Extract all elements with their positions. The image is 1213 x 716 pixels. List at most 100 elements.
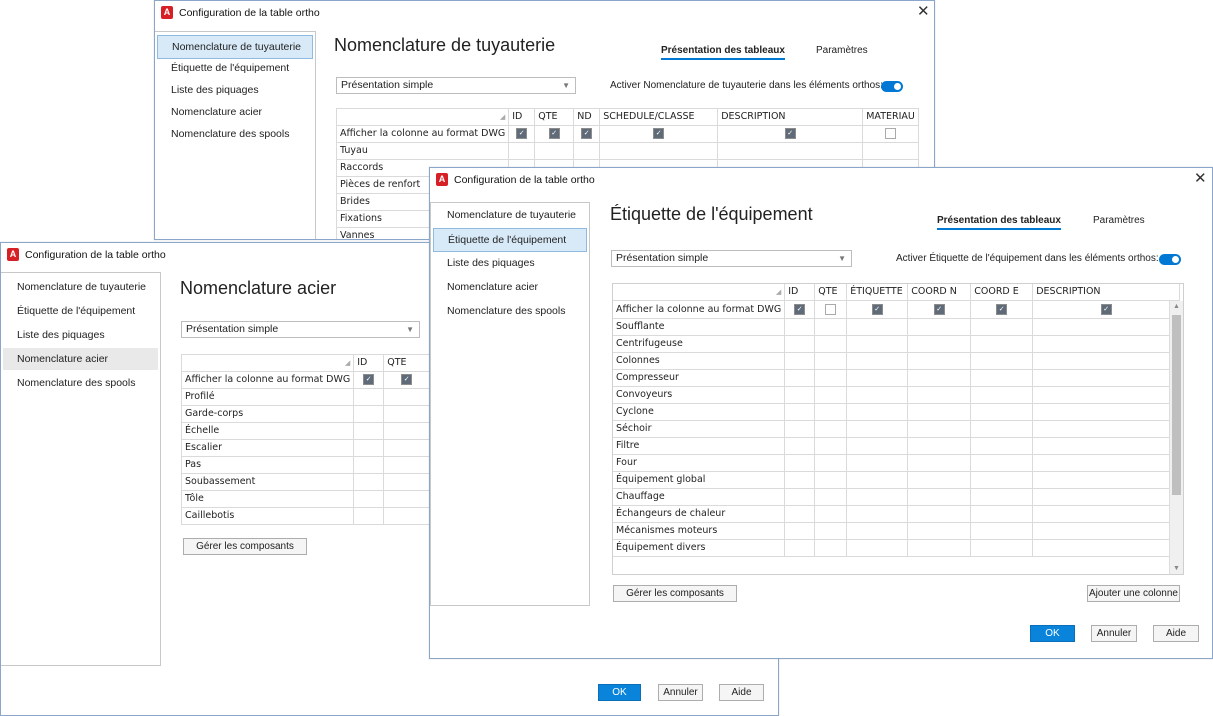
column-header[interactable]: COORD E	[970, 284, 1034, 301]
checkbox-icon[interactable]: ✓	[784, 128, 796, 139]
title-bar[interactable]: A Configuration de la table ortho ✕	[430, 168, 1212, 192]
checkbox-icon[interactable]	[885, 128, 897, 139]
table-row[interactable]: Profilé	[180, 388, 471, 406]
checkbox-icon[interactable]: ✓	[1100, 303, 1112, 315]
activate-toggle[interactable]	[1159, 254, 1181, 265]
scroll-up-icon[interactable]: ▲	[1170, 303, 1183, 310]
column-header[interactable]: ÉTIQUETTE	[846, 284, 909, 301]
scroll-down-icon[interactable]: ▼	[1170, 565, 1183, 572]
column-header[interactable]: COORD N	[907, 284, 972, 301]
sidebar-item-equipment-tag[interactable]: Étiquette de l'équipement	[3, 300, 158, 322]
checkbox-icon[interactable]: ✓	[581, 128, 593, 139]
bom-table: ◢ ID QTE DI Afficher la colonne au forma…	[180, 354, 471, 525]
checkbox-icon[interactable]: ✓	[871, 303, 883, 315]
title-bar[interactable]: A Configuration de la table ortho ✕	[155, 1, 934, 25]
row-label: Tôle	[180, 490, 355, 508]
column-header[interactable]: QTE	[383, 354, 431, 372]
layout-select[interactable]: Présentation simple ▼	[181, 321, 420, 338]
checkbox-icon[interactable]: ✓	[996, 303, 1008, 315]
table-row[interactable]: Filtre	[613, 437, 1181, 455]
cancel-button[interactable]: Annuler	[1091, 625, 1137, 642]
sidebar-item-equipment-tag[interactable]: Étiquette de l'équipement	[157, 57, 313, 79]
table-row[interactable]: Échangeurs de chaleur	[613, 505, 1181, 523]
vertical-scrollbar[interactable]: ▲ ▼	[1169, 301, 1183, 574]
manage-components-button[interactable]: Gérer les composants	[183, 538, 307, 555]
sidebar-item-nozzle-list[interactable]: Liste des piquages	[3, 324, 158, 346]
tab-presentation[interactable]: Présentation des tableaux	[937, 215, 1061, 230]
checkbox-icon[interactable]: ✓	[363, 374, 375, 385]
checkbox-icon[interactable]: ✓	[653, 128, 665, 139]
checkbox-icon[interactable]: ✓	[548, 128, 560, 139]
checkbox-icon[interactable]: ✓	[401, 374, 413, 385]
table-row[interactable]: Échelle	[180, 422, 471, 440]
table-row[interactable]: Caillebotis	[180, 507, 471, 525]
sidebar-item-piping-bom[interactable]: Nomenclature de tuyauterie	[157, 35, 313, 59]
scrollbar-thumb[interactable]	[1172, 315, 1181, 495]
sidebar-item-spool-bom[interactable]: Nomenclature des spools	[3, 372, 158, 394]
column-header[interactable]: QTE	[814, 284, 848, 301]
checkbox-icon[interactable]: ✓	[794, 303, 806, 315]
sidebar-item-nozzle-list[interactable]: Liste des piquages	[157, 79, 313, 101]
table-row[interactable]: Soubassement	[180, 473, 471, 491]
table-row[interactable]: Cyclone	[613, 403, 1181, 421]
column-header[interactable]: MATERIAU	[862, 108, 920, 126]
table-row[interactable]: Tuyau	[335, 142, 920, 160]
ok-button[interactable]: OK	[1030, 625, 1075, 642]
sidebar-item-equipment-tag[interactable]: Étiquette de l'équipement	[433, 228, 587, 252]
layout-select[interactable]: Présentation simple ▼	[611, 250, 852, 267]
checkbox-icon[interactable]: ✓	[516, 128, 528, 139]
column-header[interactable]: ND	[573, 108, 601, 126]
column-header[interactable]: ID	[353, 354, 385, 372]
column-header[interactable]: QTE	[534, 108, 575, 126]
column-header[interactable]: ID	[508, 108, 536, 126]
table-row[interactable]: Convoyeurs	[613, 386, 1181, 404]
table-row[interactable]: Chauffage	[613, 488, 1181, 506]
table-row[interactable]: Garde-corps	[180, 405, 471, 423]
table-row[interactable]: Four	[613, 454, 1181, 472]
close-icon[interactable]: ✕	[1194, 171, 1207, 186]
table-row[interactable]: Mécanismes moteurs	[613, 522, 1181, 540]
sidebar-item-piping-bom[interactable]: Nomenclature de tuyauterie	[3, 276, 158, 298]
column-header[interactable]: DESCRIPTION	[717, 108, 864, 126]
table-corner: ◢	[335, 108, 510, 126]
table-row[interactable]: Pas	[180, 456, 471, 474]
help-button[interactable]: Aide	[1153, 625, 1199, 642]
checkbox-icon[interactable]: ✓	[933, 303, 945, 315]
activate-toggle[interactable]	[881, 81, 903, 92]
cancel-button[interactable]: Annuler	[658, 684, 703, 701]
table-row[interactable]: Équipement global	[613, 471, 1181, 489]
sidebar-item-piping-bom[interactable]: Nomenclature de tuyauterie	[433, 204, 587, 226]
table-row[interactable]: Soufflante	[613, 318, 1181, 336]
column-header[interactable]: ID	[784, 284, 816, 301]
column-header[interactable]: DESCRIPTION	[1032, 284, 1181, 301]
tab-parametres[interactable]: Paramètres	[816, 45, 868, 56]
close-icon[interactable]: ✕	[917, 4, 930, 19]
help-button[interactable]: Aide	[719, 684, 764, 701]
table-row[interactable]: Colonnes	[613, 352, 1181, 370]
sidebar-item-steel-bom[interactable]: Nomenclature acier	[157, 101, 313, 123]
layout-select[interactable]: Présentation simple ▼	[336, 77, 576, 94]
table-row[interactable]: Compresseur	[613, 369, 1181, 387]
row-label: Filtre	[613, 437, 786, 455]
window-title: Configuration de la table ortho	[25, 249, 166, 261]
sidebar-item-steel-bom[interactable]: Nomenclature acier	[3, 348, 158, 370]
tab-parametres[interactable]: Paramètres	[1093, 215, 1145, 226]
table-row[interactable]: Tôle	[180, 490, 471, 508]
column-header[interactable]: SCHEDULE/CLASSE	[599, 108, 719, 126]
table-row[interactable]: Séchoir	[613, 420, 1181, 438]
sidebar-item-spool-bom[interactable]: Nomenclature des spools	[433, 300, 587, 322]
sidebar: Nomenclature de tuyauterie Étiquette de …	[155, 31, 316, 239]
table-row[interactable]: Centrifugeuse	[613, 335, 1181, 353]
sidebar-item-spool-bom[interactable]: Nomenclature des spools	[157, 123, 313, 145]
add-column-button[interactable]: Ajouter une colonne	[1087, 585, 1180, 602]
table-row[interactable]: Escalier	[180, 439, 471, 457]
sidebar-item-nozzle-list[interactable]: Liste des piquages	[433, 252, 587, 274]
checkbox-icon[interactable]	[825, 303, 837, 315]
page-title: Étiquette de l'équipement	[610, 204, 813, 224]
tab-presentation[interactable]: Présentation des tableaux	[661, 45, 785, 60]
table-row[interactable]: Équipement divers	[613, 539, 1181, 557]
sidebar-item-steel-bom[interactable]: Nomenclature acier	[433, 276, 587, 298]
ok-button[interactable]: OK	[598, 684, 641, 701]
manage-components-button[interactable]: Gérer les composants	[613, 585, 737, 602]
row-label: Équipement divers	[613, 539, 786, 557]
